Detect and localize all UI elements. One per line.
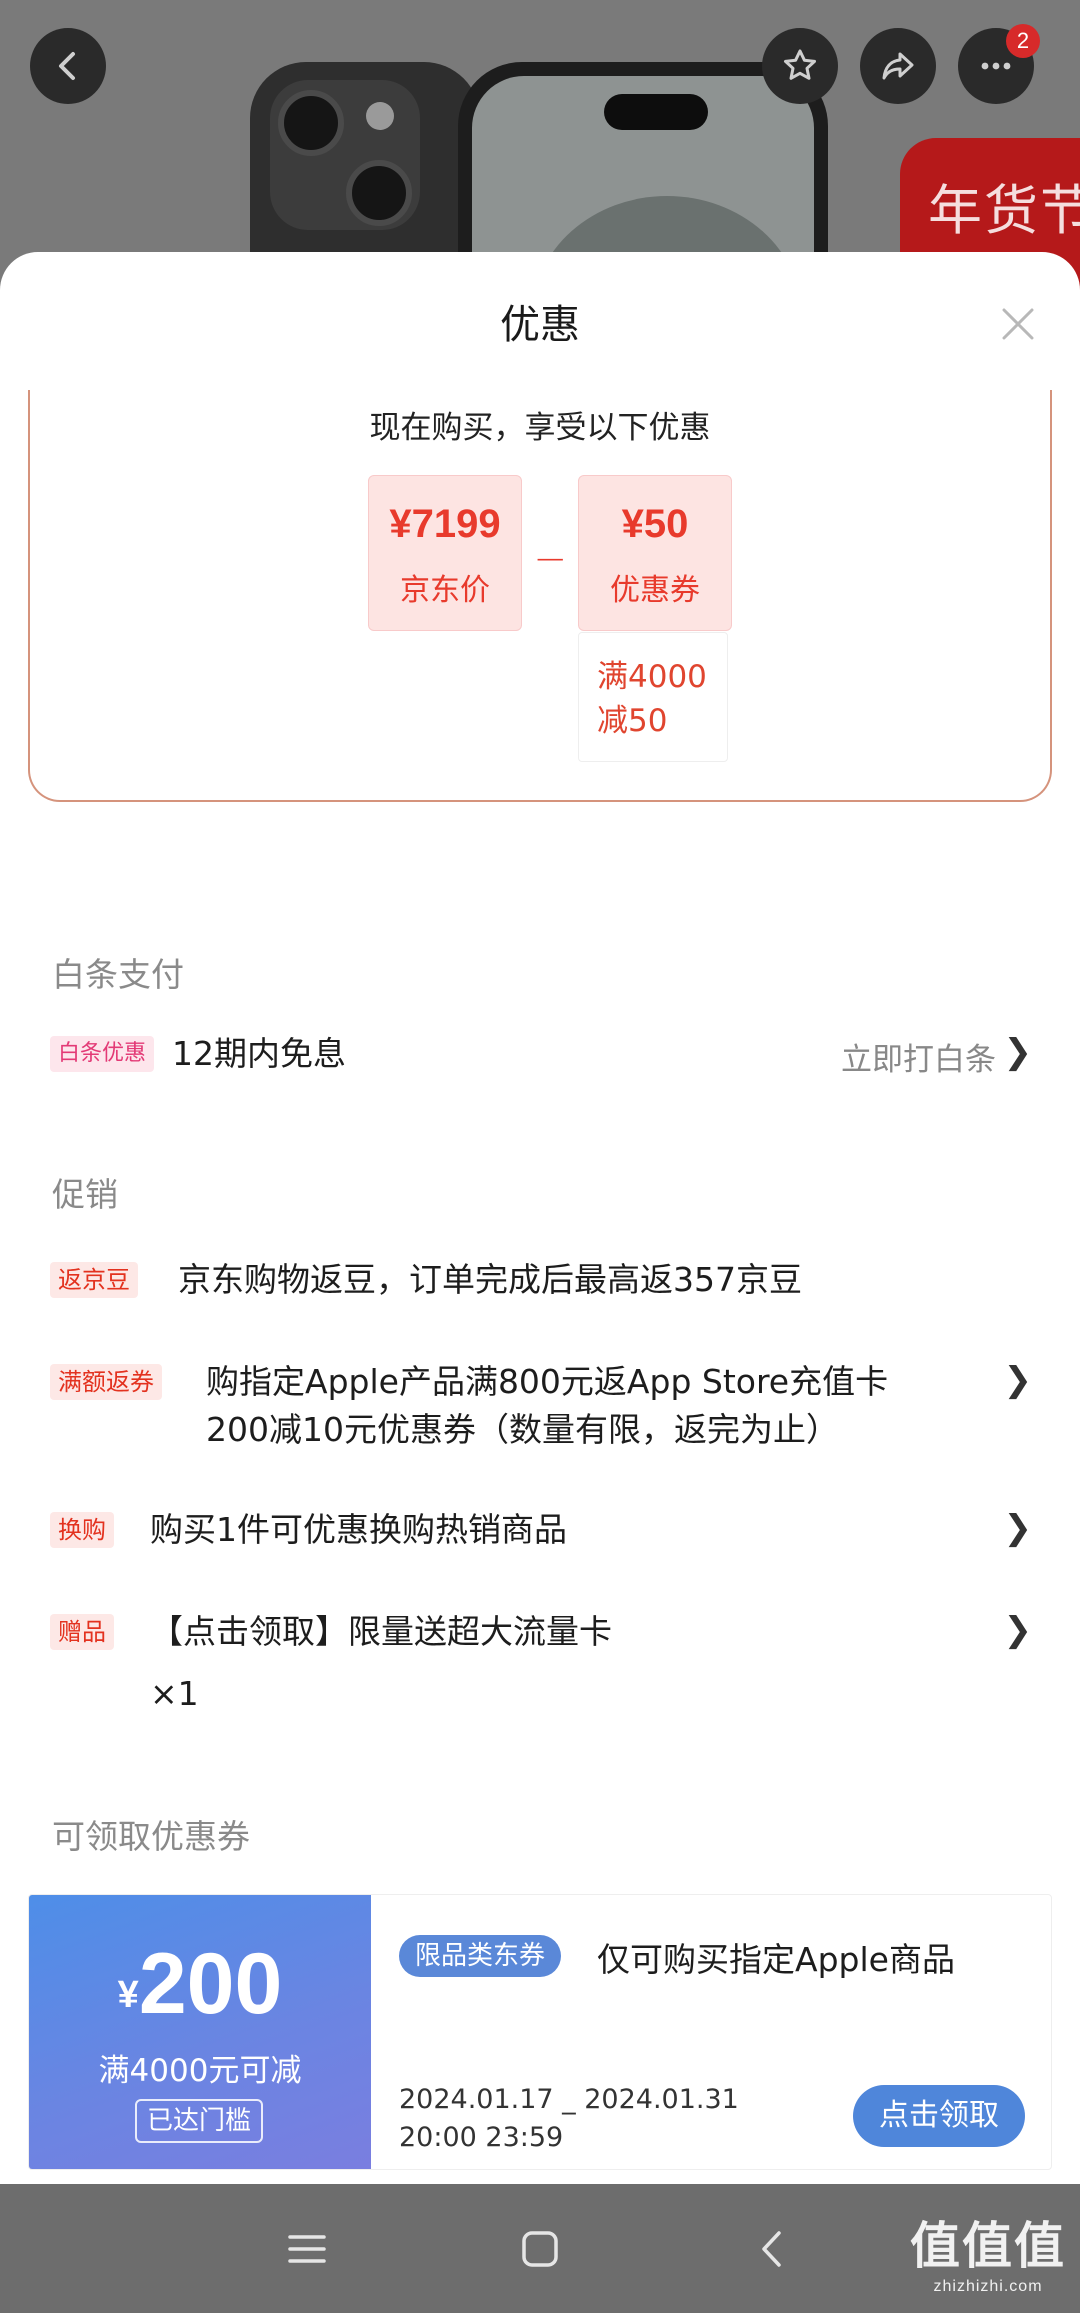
coupon-validity: 2024.01.17 _ 2024.01.31 20:00 23:59	[399, 2081, 739, 2157]
jd-price-label: 京东价	[400, 573, 490, 608]
coupon-amount: ¥200	[29, 1935, 371, 2034]
more-button[interactable]: 2	[958, 24, 1040, 104]
baitiao-section-title: 白条支付	[52, 955, 184, 994]
promo-text[interactable]: 购买1件可优惠换购热销商品	[150, 1506, 567, 1554]
chevron-left-icon	[59, 52, 75, 80]
home-button[interactable]	[505, 2214, 575, 2284]
promo-text-line2[interactable]: 200减10元优惠券（数量有限，返完为止）	[206, 1406, 839, 1454]
baitiao-link[interactable]: 立即打白条	[841, 1034, 996, 1079]
baitiao-tag: 白条优惠	[50, 1036, 155, 1072]
coupon-condition-box: 满4000 减50	[578, 632, 728, 762]
baitiao-text: 12期内免息	[172, 1034, 346, 1073]
share-icon	[882, 52, 914, 80]
watermark-url: zhizhizhi.com	[933, 2278, 1043, 2295]
coupon-value-panel: ¥200 满4000元可减 已达门槛	[29, 1895, 371, 2169]
home-square-icon	[522, 2231, 558, 2267]
coupon-amount-value: 200	[138, 1936, 283, 2032]
system-back-button[interactable]	[738, 2214, 808, 2284]
coupon-value: ¥50	[621, 502, 689, 546]
camera-bump	[270, 80, 420, 230]
promo-text: 京东购物返豆，订单完成后最高返357京豆	[178, 1260, 802, 1299]
watermark: 值值值 zhizhizhi.com	[910, 2206, 1066, 2296]
promo-tag: 赠品	[50, 1614, 114, 1650]
coupon-value-label: 优惠券	[610, 573, 700, 608]
coupon-threshold: 满4000元可减	[98, 2053, 302, 2089]
notification-badge: 2	[1006, 24, 1040, 58]
coupon-card: ¥200 满4000元可减 已达门槛 限品类东券 仅可购买指定Apple商品 2…	[28, 1894, 1052, 2170]
promo-badge-text: 年货节	[928, 179, 1080, 242]
share-button[interactable]	[860, 28, 936, 104]
close-icon	[1002, 308, 1034, 340]
menu-icon	[288, 2235, 326, 2263]
coupon-type-tag: 限品类东券	[399, 1935, 562, 1977]
claim-coupon-button[interactable]: 点击领取	[853, 2085, 1025, 2147]
minus-operator: _	[538, 516, 563, 565]
chevron-right-icon[interactable]: ❯	[1004, 1610, 1033, 1650]
back-button[interactable]	[30, 28, 106, 104]
promo-text-line1[interactable]: 购指定Apple产品满800元返App Store充值卡	[206, 1358, 888, 1406]
coupon-condition-line1: 满4000	[597, 659, 707, 695]
chevron-left-icon	[762, 2231, 781, 2267]
coupons-section-title: 可领取优惠券	[52, 1817, 250, 1856]
jd-price: ¥7199	[389, 502, 501, 546]
jd-price-box: ¥7199 京东价	[368, 475, 522, 631]
star-icon	[784, 49, 816, 80]
coupon-condition-line2: 减50	[597, 703, 668, 739]
chevron-right-icon[interactable]: ❯	[1004, 1508, 1033, 1548]
close-button[interactable]	[996, 302, 1040, 346]
gift-text[interactable]: 【点击领取】限量送超大流量卡	[150, 1608, 612, 1656]
coupon-currency: ¥	[117, 1974, 139, 2016]
promo-tag: 返京豆	[50, 1262, 138, 1298]
promo-tag: 换购	[50, 1512, 114, 1548]
watermark-logo: 值值值	[910, 2216, 1066, 2275]
promotions-section-title: 促销	[52, 1175, 118, 1214]
sheet-title: 优惠	[500, 302, 580, 348]
offer-summary-card	[28, 390, 1052, 802]
system-navigation-bar: 值值值 zhizhizhi.com	[0, 2184, 1080, 2313]
offer-heading: 现在购买，享受以下优惠	[369, 410, 711, 446]
gift-quantity: ×1	[150, 1674, 199, 1713]
favorite-button[interactable]	[762, 28, 838, 104]
promo-tag: 满额返券	[50, 1364, 162, 1400]
chevron-right-icon[interactable]: ❯	[1004, 1360, 1033, 1400]
recent-apps-button[interactable]	[272, 2214, 342, 2284]
coupon-time-range: 20:00 23:59	[399, 2122, 564, 2153]
coupon-value-box: ¥50 优惠券	[578, 475, 732, 631]
coupon-threshold-badge: 已达门槛	[135, 2099, 263, 2143]
coupon-description: 仅可购买指定Apple商品	[597, 1940, 955, 1979]
chevron-right-icon[interactable]: ❯	[1004, 1032, 1033, 1072]
coupon-date-range: 2024.01.17 _ 2024.01.31	[399, 2084, 739, 2115]
